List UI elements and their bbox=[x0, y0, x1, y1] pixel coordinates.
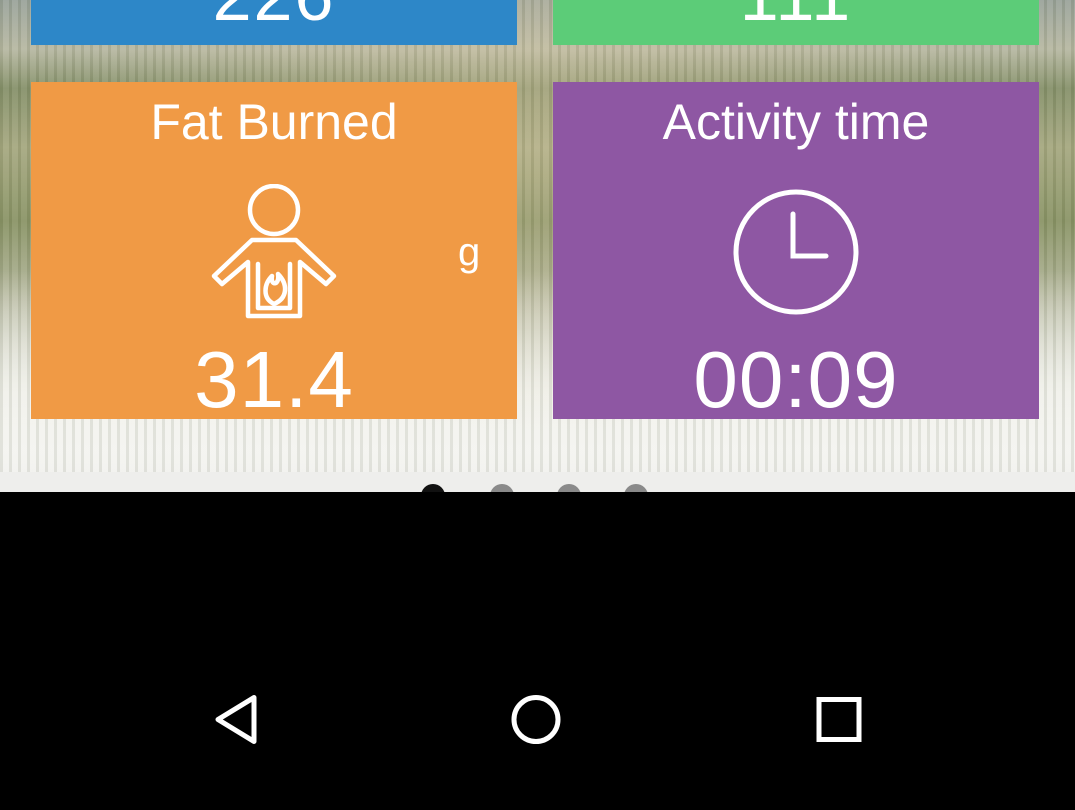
activity-time-title: Activity time bbox=[662, 94, 930, 150]
page-dot[interactable] bbox=[624, 484, 648, 492]
recents-icon[interactable] bbox=[816, 697, 862, 748]
fat-burned-value: 31.4 bbox=[194, 335, 354, 420]
clock-icon bbox=[730, 184, 862, 323]
stat-tile-top-right[interactable]: 111 bbox=[553, 0, 1039, 45]
page-dot[interactable] bbox=[557, 484, 581, 492]
page-dot-active[interactable] bbox=[421, 484, 445, 492]
activity-time-value: 00:09 bbox=[693, 335, 899, 420]
back-icon[interactable] bbox=[212, 694, 260, 751]
fat-burned-unit: g bbox=[458, 230, 481, 274]
home-icon[interactable] bbox=[510, 694, 562, 751]
fat-burned-title: Fat Burned bbox=[150, 94, 398, 150]
stat-tile-value: 111 bbox=[553, 0, 1039, 31]
body-fire-icon bbox=[208, 183, 340, 325]
dashboard-screen: 226 111 Fat Burned g 31.4 Activity time bbox=[0, 0, 1075, 492]
fat-burned-tile[interactable]: Fat Burned g 31.4 bbox=[31, 82, 517, 419]
page-dot[interactable] bbox=[490, 484, 514, 492]
stat-tile-top-left[interactable]: 226 bbox=[31, 0, 517, 45]
page-indicator bbox=[0, 472, 1075, 492]
stat-tile-value: 226 bbox=[31, 0, 517, 31]
activity-time-tile[interactable]: Activity time 00:09 bbox=[553, 82, 1039, 419]
system-navigation-bar bbox=[0, 492, 1075, 810]
